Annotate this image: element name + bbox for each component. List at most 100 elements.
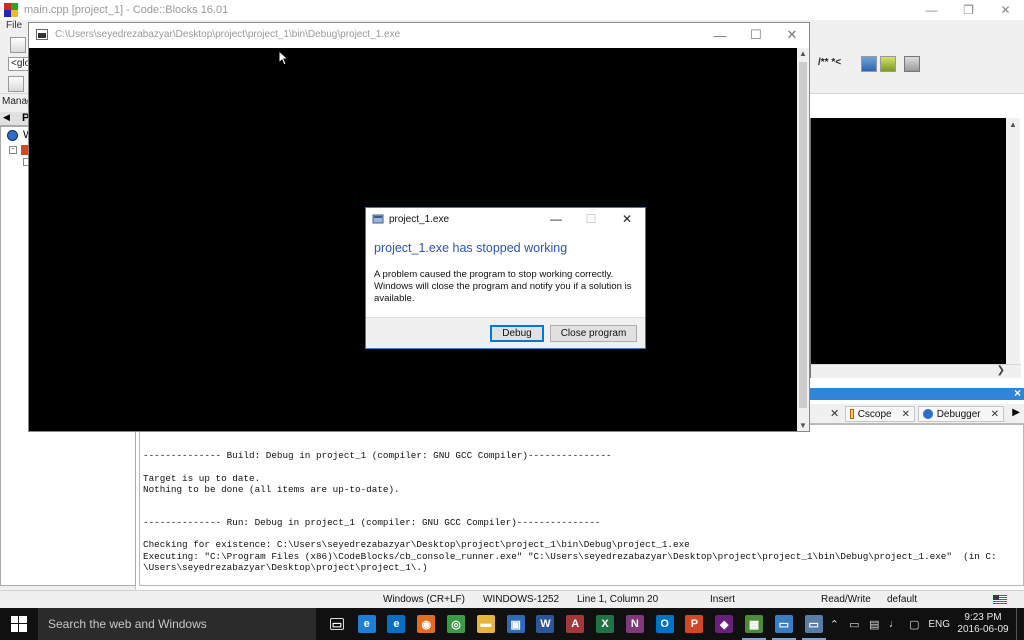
taskbar-app-button[interactable]: ▦ xyxy=(739,608,769,640)
system-tray: ⌃ ▭ ▤ ♩ ▢ ENG 9:23 PM 2016-06-09 xyxy=(824,608,1024,640)
start-button[interactable] xyxy=(0,608,38,640)
tray-overflow-icon[interactable]: ⌃ xyxy=(824,618,844,631)
restore-icon[interactable]: ❐ xyxy=(950,0,987,20)
log-line: Nothing to be done (all items are up-to-… xyxy=(143,483,400,495)
tree-collapse-icon[interactable]: - xyxy=(9,146,17,154)
clock-time: 9:23 PM xyxy=(964,612,1002,623)
taskbar-app-button[interactable]: O xyxy=(650,608,680,640)
mouse-cursor-icon xyxy=(278,50,288,66)
log-line: Checking for existence: C:\Users\seyedre… xyxy=(143,539,690,551)
volume-icon[interactable]: ♩ xyxy=(884,618,904,630)
logs-close-icon[interactable]: × xyxy=(1014,386,1021,400)
codeblocks-icon: ▦ xyxy=(745,615,764,633)
doxyblocks-extract-icon[interactable] xyxy=(861,56,877,72)
chrome-icon: ◎ xyxy=(447,615,466,633)
status-bar: Windows (CR+LF) WINDOWS-1252 Line 1, Col… xyxy=(0,590,1024,608)
battery-icon[interactable]: ▭ xyxy=(844,618,864,631)
doxyblocks-comment-button[interactable]: /** *< xyxy=(818,57,841,68)
scroll-right-icon: ❯ xyxy=(996,365,1005,376)
scroll-up-icon: ▲ xyxy=(799,49,807,58)
onenote-icon: N xyxy=(625,615,644,633)
program-icon xyxy=(372,214,384,224)
clock-date: 2016-06-09 xyxy=(957,624,1009,635)
taskbar-app-button[interactable]: ◎ xyxy=(441,608,471,640)
outlook-icon: O xyxy=(655,615,674,633)
action-center-icon[interactable]: ▢ xyxy=(904,618,924,631)
taskbar-app-button[interactable]: ▭ xyxy=(322,608,352,640)
menu-file[interactable]: File xyxy=(6,20,22,31)
editor-vertical-scrollbar[interactable]: ▲ xyxy=(1006,118,1020,364)
build-log[interactable]: -------------- Build: Debug in project_1… xyxy=(139,424,1024,586)
log-line: -------------- Run: Debug in project_1 (… xyxy=(143,517,601,529)
console-maximize-icon[interactable]: ☐ xyxy=(741,26,771,44)
logs-tabbar: ✕ Cscope ✕ Debugger ✕ ▶ xyxy=(810,404,1024,424)
log-line: -------------- Build: Debug in project_1… xyxy=(143,450,612,462)
task-view-icon: ▭ xyxy=(329,618,344,631)
taskbar-app-button[interactable]: ▬ xyxy=(471,608,501,640)
taskbar-app-button[interactable]: W xyxy=(531,608,561,640)
firefox-icon: ◉ xyxy=(417,615,436,633)
network-icon[interactable]: ▤ xyxy=(864,618,884,631)
jump-back-icon[interactable] xyxy=(8,76,24,92)
dialog-message: A problem caused the program to stop wor… xyxy=(374,269,632,304)
status-profile: default xyxy=(887,594,918,605)
console-scrollbar[interactable]: ▲ ▼ xyxy=(797,48,809,431)
taskbar-apps: ▭ e e ◉ ◎ ▬ ▣ W A X N O P ◆ ▦ ▭ ▭ xyxy=(322,608,829,640)
console-close-icon[interactable]: ✕ xyxy=(777,26,807,44)
editor-area[interactable]: ▲ ❯ xyxy=(810,118,1021,378)
dialog-heading: project_1.exe has stopped working xyxy=(374,241,568,255)
editor-horizontal-scrollbar[interactable]: ❯ xyxy=(811,364,1021,378)
show-desktop-button[interactable] xyxy=(1016,608,1024,640)
tab-scroll-right-icon[interactable]: ▶ xyxy=(1012,407,1020,418)
tab-close-icon: ✕ xyxy=(990,408,999,420)
status-insert-mode: Insert xyxy=(710,594,736,605)
status-encoding: WINDOWS-1252 xyxy=(483,594,560,605)
doxyblocks-html-icon[interactable] xyxy=(880,56,896,72)
debug-button[interactable]: Debug xyxy=(490,325,544,342)
minimize-icon[interactable]: — xyxy=(913,0,950,20)
dialog-footer: Debug Close program xyxy=(366,317,645,348)
tab-close-icon[interactable]: ✕ xyxy=(830,407,839,420)
taskbar-app-button[interactable]: P xyxy=(680,608,710,640)
file-explorer-icon: ▬ xyxy=(476,615,495,633)
tab-close-icon: ✕ xyxy=(901,408,910,420)
dialog-close-icon[interactable]: ✕ xyxy=(614,211,640,227)
clock[interactable]: 9:23 PM 2016-06-09 xyxy=(956,612,1010,636)
console-minimize-icon[interactable]: — xyxy=(705,26,735,44)
tab-cscope[interactable]: Cscope ✕ xyxy=(845,406,915,422)
workspace-icon xyxy=(7,130,18,141)
status-access: Read/Write xyxy=(821,594,871,605)
taskbar-app-button[interactable]: ◆ xyxy=(709,608,739,640)
doxyblocks-config-icon[interactable] xyxy=(904,56,920,72)
dialog-title: project_1.exe xyxy=(389,214,450,225)
taskbar-app-button[interactable]: e xyxy=(352,608,382,640)
new-file-icon[interactable] xyxy=(10,37,26,53)
tab-debugger[interactable]: Debugger ✕ xyxy=(918,406,1004,422)
log-line: Target is up to date. xyxy=(143,472,261,484)
language-indicator[interactable]: ENG xyxy=(928,619,950,630)
taskbar-app-button[interactable]: N xyxy=(620,608,650,640)
scope-combo[interactable]: <glo xyxy=(8,57,30,71)
taskbar-app-button[interactable]: X xyxy=(590,608,620,640)
close-program-button[interactable]: Close program xyxy=(550,325,637,342)
edge-icon: e xyxy=(387,615,406,633)
cscope-icon xyxy=(850,409,854,419)
dialog-minimize-icon[interactable]: — xyxy=(543,211,569,227)
taskbar-app-button[interactable]: A xyxy=(560,608,590,640)
search-placeholder: Search the web and Windows xyxy=(48,617,207,631)
taskbar-app-button[interactable]: ▭ xyxy=(769,608,799,640)
internet-explorer-icon: e xyxy=(357,615,376,633)
tab-scroll-left-icon[interactable]: ◀ xyxy=(3,112,10,123)
excel-icon: X xyxy=(596,615,615,633)
dialog-titlebar: project_1.exe — ☐ ✕ xyxy=(366,208,645,230)
close-icon[interactable]: ✕ xyxy=(987,0,1024,20)
taskbar-app-button[interactable]: ◉ xyxy=(411,608,441,640)
taskbar-app-button[interactable]: e xyxy=(382,608,412,640)
taskbar-app-button[interactable]: ▣ xyxy=(501,608,531,640)
logs-panel-titlebar: × xyxy=(810,386,1024,400)
console-titlebar: C:\Users\seyedrezabazyar\Desktop\project… xyxy=(29,23,809,48)
scrollbar-thumb[interactable] xyxy=(799,62,807,408)
console-title: C:\Users\seyedrezabazyar\Desktop\project… xyxy=(55,29,401,40)
taskbar-search[interactable]: Search the web and Windows xyxy=(38,608,316,640)
codeblocks-app-icon xyxy=(4,3,18,17)
